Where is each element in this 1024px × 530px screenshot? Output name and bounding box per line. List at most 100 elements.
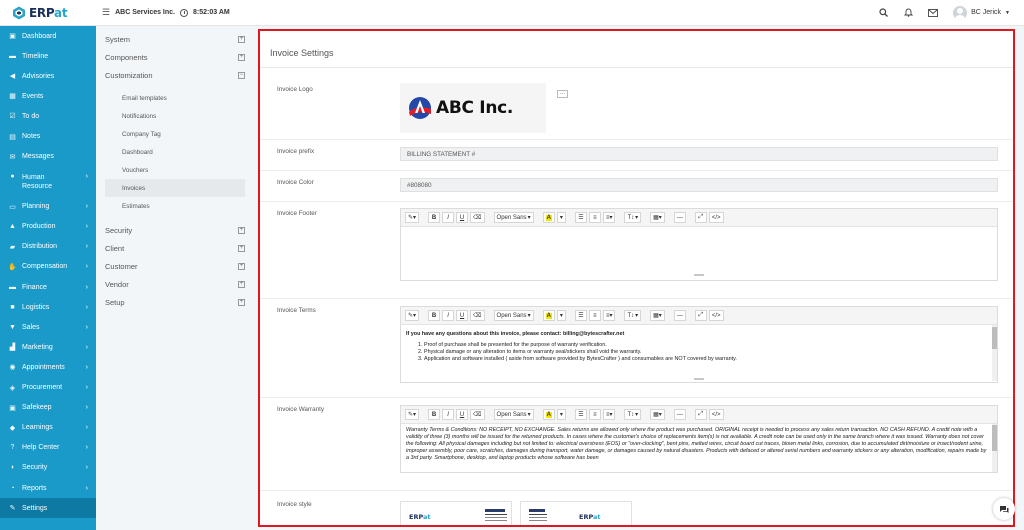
submenu-group-components[interactable]: Components + xyxy=(96,48,255,66)
eraser-icon[interactable]: ⌫ xyxy=(470,310,485,321)
table-icon[interactable]: ▦▾ xyxy=(650,310,665,321)
sidebar-item-human-resource[interactable]: ● Human Resource › xyxy=(0,167,96,197)
company-name[interactable]: ABC Services Inc. xyxy=(115,9,175,16)
logo-upload-button[interactable]: ... xyxy=(557,90,568,98)
bold-button[interactable]: B xyxy=(428,212,441,223)
submenu-group-vendor[interactable]: Vendor + xyxy=(96,275,255,293)
collapse-icon[interactable]: − xyxy=(238,71,245,79)
sidebar-item-to-do[interactable]: ☑ To do xyxy=(0,106,96,126)
eraser-icon[interactable]: ⌫ xyxy=(470,212,485,223)
highlight-dropdown[interactable]: ▾ xyxy=(556,310,566,321)
sidebar-item-appointments[interactable]: ◉ Appointments › xyxy=(0,357,96,377)
invoice-color-input[interactable]: #808080 xyxy=(400,178,998,192)
submenu-group-setup[interactable]: Setup + xyxy=(96,293,255,311)
sidebar-item-distribution[interactable]: ▰ Distribution › xyxy=(0,237,96,257)
resize-handle[interactable] xyxy=(694,274,704,276)
submenu-item-invoices[interactable]: Invoices xyxy=(105,179,245,197)
italic-button[interactable]: I xyxy=(442,310,455,321)
horizontal-rule-icon[interactable]: — xyxy=(673,409,686,420)
underline-button[interactable]: U xyxy=(456,409,469,420)
submenu-item-email-templates[interactable]: Email templates xyxy=(105,89,245,107)
highlight-dropdown[interactable]: ▾ xyxy=(556,409,566,420)
sidebar-item-finance[interactable]: ▬ Finance › xyxy=(0,277,96,297)
magic-wand-icon[interactable]: ✎▾ xyxy=(405,310,420,321)
sidebar-item-reports[interactable]: ◔ Reports › xyxy=(0,478,96,498)
bold-button[interactable]: B xyxy=(428,310,441,321)
invoice-style-option-2[interactable]: ERPat xyxy=(520,501,632,525)
submenu-item-estimates[interactable]: Estimates xyxy=(105,197,245,215)
underline-button[interactable]: U xyxy=(456,310,469,321)
bullet-list-icon[interactable]: ☰ xyxy=(574,310,587,321)
highlight-dropdown[interactable]: ▾ xyxy=(556,212,566,223)
highlight-button[interactable]: A xyxy=(542,212,555,223)
bullet-list-icon[interactable]: ☰ xyxy=(574,212,587,223)
bell-icon[interactable] xyxy=(903,8,913,18)
invoice-logo-preview[interactable]: ABC Inc. xyxy=(400,83,546,133)
sidebar-item-advisories[interactable]: ◀ Advisories xyxy=(0,66,96,86)
align-icon[interactable]: ≡▾ xyxy=(602,310,616,321)
sidebar-item-compensation[interactable]: ✋ Compensation › xyxy=(0,257,96,277)
highlight-button[interactable]: A xyxy=(542,409,555,420)
expand-icon[interactable]: + xyxy=(238,280,245,288)
font-family-select[interactable]: Open Sans ▾ xyxy=(493,310,534,321)
sidebar-item-safekeep[interactable]: ▣ Safekeep › xyxy=(0,398,96,418)
align-icon[interactable]: ≡▾ xyxy=(602,212,616,223)
sidebar-item-dashboard[interactable]: ▣ Dashboard xyxy=(0,26,96,46)
code-view-button[interactable]: </> xyxy=(708,409,724,420)
fullscreen-icon[interactable]: ⤢ xyxy=(694,409,707,420)
submenu-item-company-tag[interactable]: Company Tag xyxy=(105,125,245,143)
submenu-group-customer[interactable]: Customer + xyxy=(96,257,255,275)
submenu-group-security[interactable]: Security + xyxy=(96,221,255,239)
submenu-group-customization[interactable]: Customization − xyxy=(96,66,255,84)
text-size-button[interactable]: T↕ ▾ xyxy=(624,212,642,223)
align-icon[interactable]: ≡▾ xyxy=(602,409,616,420)
user-menu[interactable]: BC Jerick ▼ xyxy=(953,5,1010,20)
submenu-group-system[interactable]: System + xyxy=(96,30,255,48)
chat-button[interactable] xyxy=(993,498,1015,520)
numbered-list-icon[interactable]: ≡ xyxy=(588,310,601,321)
sidebar-item-help-center[interactable]: ? Help Center › xyxy=(0,438,96,458)
font-family-select[interactable]: Open Sans ▾ xyxy=(493,409,534,420)
expand-icon[interactable]: + xyxy=(238,226,245,234)
submenu-item-dashboard[interactable]: Dashboard xyxy=(105,143,245,161)
magic-wand-icon[interactable]: ✎▾ xyxy=(405,212,420,223)
magic-wand-icon[interactable]: ✎▾ xyxy=(405,409,420,420)
highlight-button[interactable]: A xyxy=(542,310,555,321)
italic-button[interactable]: I xyxy=(442,409,455,420)
italic-button[interactable]: I xyxy=(442,212,455,223)
sidebar-item-sales[interactable]: ▼ Sales › xyxy=(0,317,96,337)
sidebar-item-marketing[interactable]: ▟ Marketing › xyxy=(0,337,96,357)
expand-icon[interactable]: + xyxy=(238,298,245,306)
warranty-editor-body[interactable]: Warranty Terms & Conditions: NO RECEIPT,… xyxy=(401,424,997,472)
sidebar-item-notes[interactable]: ▤ Notes xyxy=(0,126,96,146)
text-size-button[interactable]: T↕ ▾ xyxy=(624,310,642,321)
code-view-button[interactable]: </> xyxy=(708,310,724,321)
horizontal-rule-icon[interactable]: — xyxy=(673,212,686,223)
underline-button[interactable]: U xyxy=(456,212,469,223)
text-size-button[interactable]: T↕ ▾ xyxy=(624,409,642,420)
numbered-list-icon[interactable]: ≡ xyxy=(588,212,601,223)
resize-handle[interactable] xyxy=(694,378,704,380)
menu-toggle-icon[interactable]: ☰ xyxy=(102,7,110,18)
fullscreen-icon[interactable]: ⤢ xyxy=(694,212,707,223)
sidebar-item-messages[interactable]: ✉ Messages xyxy=(0,147,96,167)
table-icon[interactable]: ▦▾ xyxy=(650,409,665,420)
table-icon[interactable]: ▦▾ xyxy=(650,212,665,223)
envelope-icon[interactable] xyxy=(928,8,939,18)
invoice-prefix-input[interactable]: BILLING STATEMENT # xyxy=(400,147,998,161)
code-view-button[interactable]: </> xyxy=(708,212,724,223)
expand-icon[interactable]: + xyxy=(238,53,245,61)
invoice-style-option-1[interactable]: ERPat xyxy=(400,501,512,525)
scrollbar[interactable] xyxy=(992,424,997,472)
scrollbar[interactable] xyxy=(992,325,997,381)
numbered-list-icon[interactable]: ≡ xyxy=(588,409,601,420)
sidebar-item-timeline[interactable]: ▬ Timeline xyxy=(0,46,96,66)
terms-editor-body[interactable]: If you have any questions about this inv… xyxy=(401,325,997,381)
sidebar-item-learnings[interactable]: ◆ Learnings › xyxy=(0,418,96,438)
sidebar-item-production[interactable]: ▲ Production › xyxy=(0,217,96,237)
sidebar-item-logistics[interactable]: ■ Logistics › xyxy=(0,297,96,317)
fullscreen-icon[interactable]: ⤢ xyxy=(694,310,707,321)
search-icon[interactable] xyxy=(878,8,888,18)
sidebar-item-planning[interactable]: ▭ Planning › xyxy=(0,197,96,217)
eraser-icon[interactable]: ⌫ xyxy=(470,409,485,420)
